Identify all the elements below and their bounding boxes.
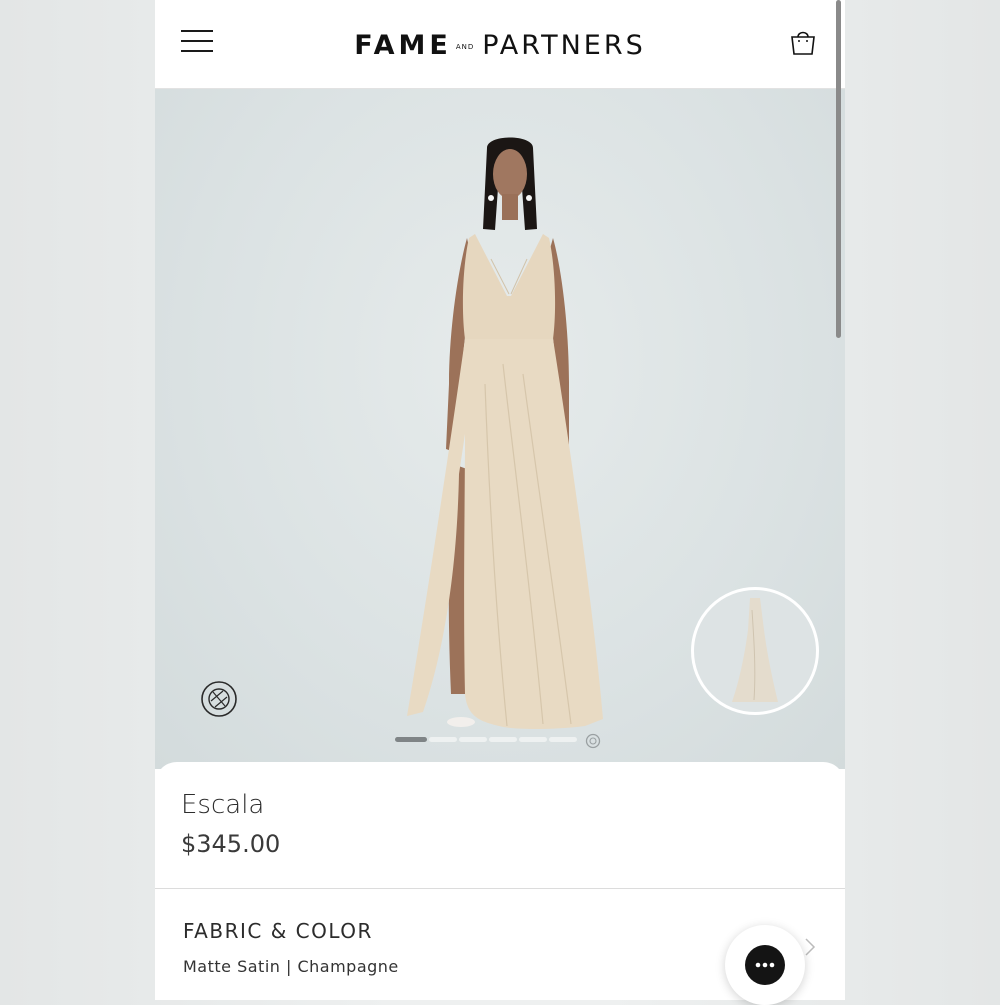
- chat-button[interactable]: [725, 925, 805, 1005]
- chevron-right-icon: [805, 938, 816, 956]
- product-info-card: [155, 762, 845, 888]
- model-in-dress-image: [407, 137, 603, 729]
- product-name: Escala: [181, 790, 265, 820]
- carousel-indicators: [395, 733, 605, 749]
- carousel-dot[interactable]: [519, 737, 547, 742]
- carousel-dot[interactable]: [489, 737, 517, 742]
- product-image-gallery[interactable]: [155, 89, 845, 769]
- view-360-icon[interactable]: [585, 733, 601, 749]
- logo-fame: FAME: [354, 30, 452, 61]
- brand-logo[interactable]: FAME AND PARTNERS: [155, 30, 845, 61]
- fabric-color-value: Matte Satin | Champagne: [183, 957, 399, 976]
- thumbnail-image: [732, 598, 778, 702]
- alternate-view-thumbnail[interactable]: [691, 587, 819, 715]
- carousel-dot[interactable]: [549, 737, 577, 742]
- logo-and: AND: [455, 42, 475, 51]
- carousel-dot[interactable]: [429, 737, 457, 742]
- carousel-dot-active[interactable]: [395, 737, 427, 742]
- product-price: $345.00: [181, 830, 281, 858]
- chat-bubble-icon: [745, 945, 785, 985]
- fabric-color-label: FABRIC & COLOR: [183, 919, 373, 943]
- page-scrollbar[interactable]: [836, 0, 841, 338]
- shopping-bag-icon[interactable]: [787, 26, 819, 58]
- carousel-dot[interactable]: [459, 737, 487, 742]
- camera-aperture-icon[interactable]: [199, 679, 239, 719]
- logo-partners: PARTNERS: [482, 30, 646, 61]
- site-header: FAME AND PARTNERS: [155, 0, 845, 89]
